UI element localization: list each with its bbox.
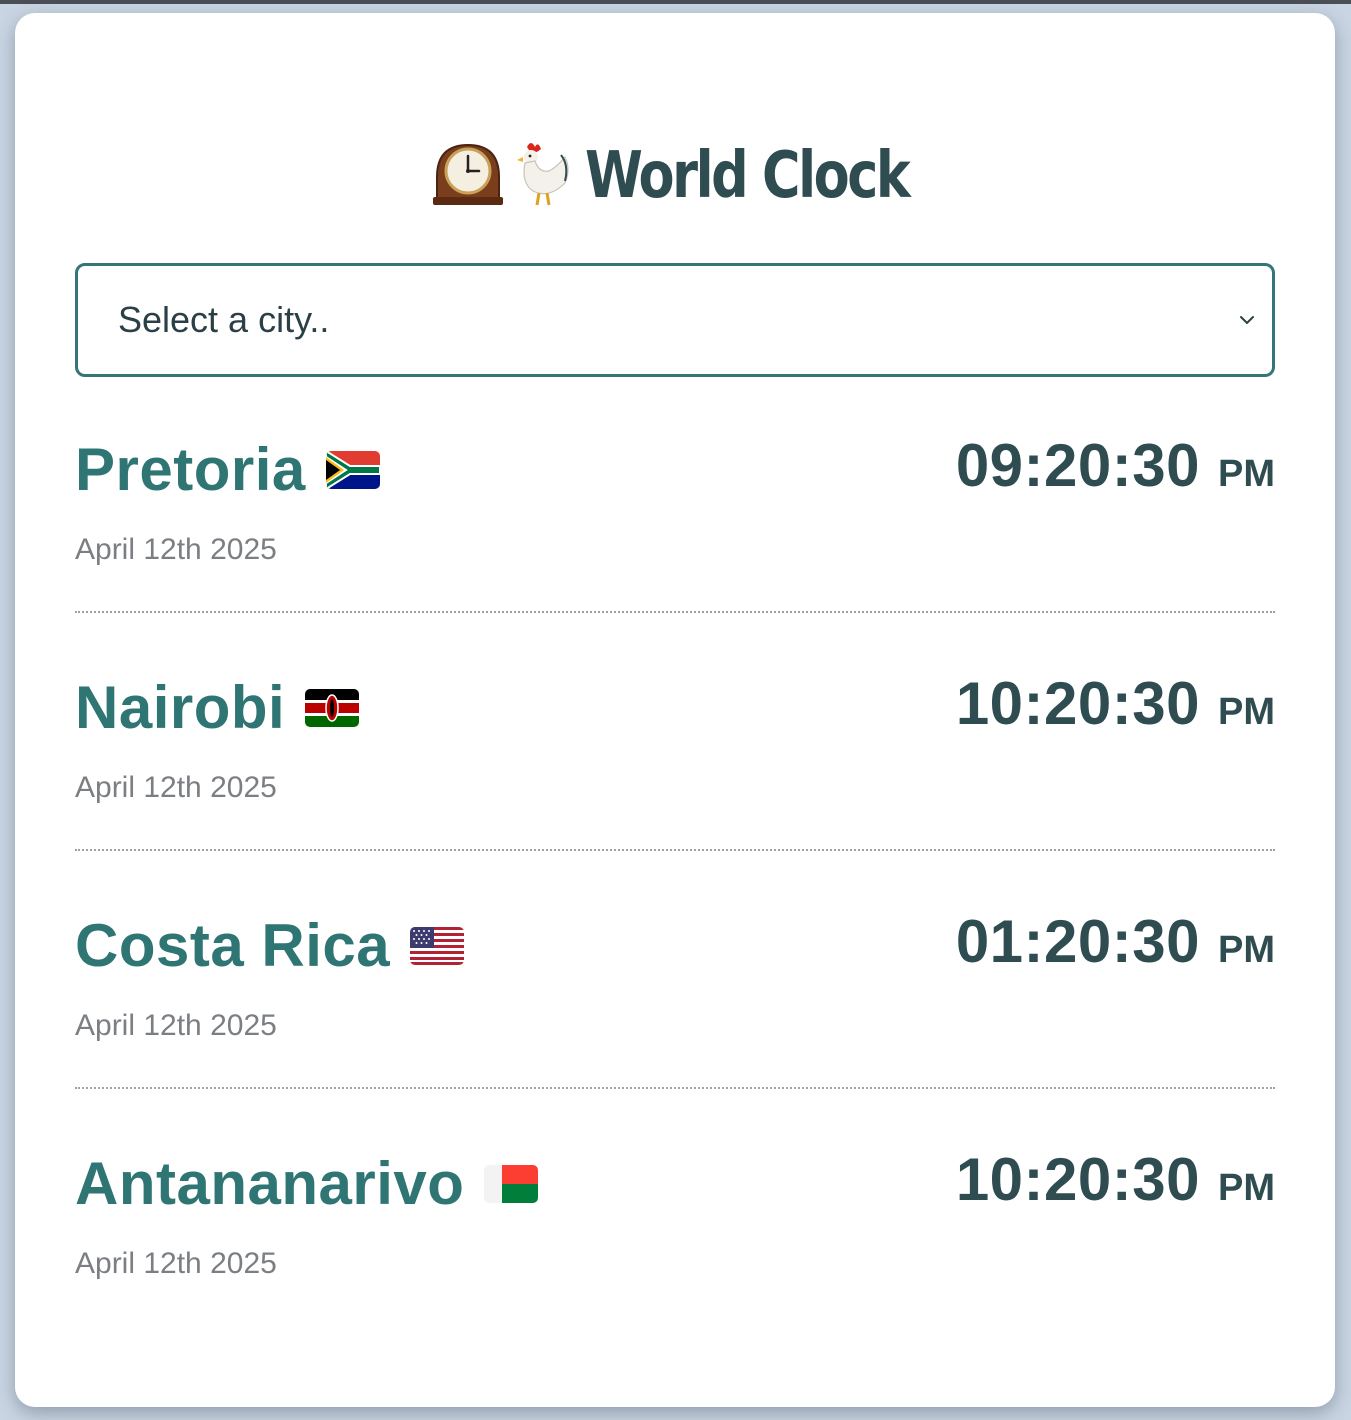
time-value: 01:20:30 [955,908,1200,975]
time-value: 09:20:30 [955,432,1200,499]
city-date: April 12th 2025 [75,1009,277,1042]
city-date: April 12th 2025 [75,771,277,804]
city-heading: Pretoria [75,435,380,504]
city-row-nairobi: Nairobi April 12th 2025 10:20:30 PM [75,651,1275,851]
city-time: 10:20:30 PM [956,1145,1275,1214]
city-select[interactable]: Select a city.. [75,263,1275,377]
city-time: 09:20:30 PM [956,431,1275,500]
city-time: 01:20:30 PM [956,907,1275,976]
city-name: Pretoria [75,436,306,503]
world-clock-card: World Clock Select a city.. Pretoria Apr… [15,13,1335,1407]
window-top-strip [0,0,1351,4]
city-heading: Nairobi [75,673,360,742]
city-heading: Antananarivo [75,1149,539,1218]
city-name: Antananarivo [75,1150,465,1217]
city-heading: Costa Rica [75,911,465,980]
city-row-pretoria: Pretoria April 12th 2025 09:20:30 PM [75,413,1275,613]
app-title: World Clock [584,139,911,213]
chevron-down-icon [1238,311,1256,329]
madagascar-flag-icon [484,1164,539,1203]
south-africa-flag-icon [325,450,380,489]
city-date: April 12th 2025 [75,1247,277,1280]
rooster-icon [509,139,575,214]
city-name: Nairobi [75,674,286,741]
page-title: World Clock [15,131,1335,221]
city-row-antananarivo: Antananarivo April 12th 2025 10:20:30 PM [75,1127,1275,1327]
time-ampm: PM [1218,1167,1275,1209]
title-icons [431,139,575,214]
united-states-flag-icon [410,926,465,965]
city-row-costa-rica: Costa Rica April 12th 2025 01:20:30 PM [75,889,1275,1089]
time-value: 10:20:30 [955,1146,1200,1213]
time-ampm: PM [1218,929,1275,971]
city-name: Costa Rica [75,912,391,979]
time-ampm: PM [1218,453,1275,495]
time-value: 10:20:30 [955,670,1200,737]
time-ampm: PM [1218,691,1275,733]
kenya-flag-icon [305,688,360,727]
city-date: April 12th 2025 [75,533,277,566]
city-time: 10:20:30 PM [956,669,1275,738]
mantelpiece-clock-icon [431,141,505,212]
city-select-placeholder: Select a city.. [118,299,330,340]
